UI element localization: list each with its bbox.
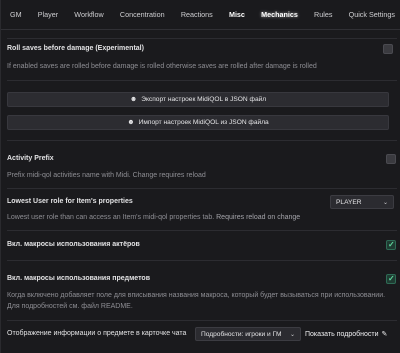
tab-gm[interactable]: GM (10, 10, 22, 19)
check-icon: ✓ (388, 274, 395, 283)
tab-workflow[interactable]: Workflow (74, 10, 103, 19)
export-settings-label: Экспорт настроек MidiQOL в JSON файл (141, 96, 267, 103)
export-settings-button[interactable]: ☻ Экспорт настроек MidiQOL в JSON файл (7, 92, 389, 107)
chat-card-label: Отображение информации о предмете в карт… (7, 330, 187, 337)
chat-card-select[interactable]: Подробности: игроки и ГМ ⌄ (195, 327, 301, 341)
show-details-label: Показать подробности (305, 330, 379, 338)
roll-saves-checkbox[interactable] (383, 44, 393, 54)
lowest-role-hint: Lowest user role than can access an Item… (7, 214, 301, 221)
tab-concentration[interactable]: Concentration (120, 10, 165, 19)
actor-macros-label: Вкл. макросы использования актёров (7, 241, 140, 248)
actor-macros-checkbox[interactable]: ✓ (386, 240, 396, 250)
activity-prefix-label: Activity Prefix (7, 155, 54, 162)
divider (7, 80, 397, 81)
edit-icon: ✎ (381, 331, 388, 338)
tab-rules[interactable]: Rules (314, 10, 332, 19)
activity-prefix-hint: Prefix midi-qol activities name with Mid… (7, 172, 206, 179)
divider (7, 140, 397, 141)
tab-bar: GM Player Workflow Concentration Reactio… (1, 0, 400, 30)
tab-reactions[interactable]: Reactions (181, 10, 213, 19)
tab-misc[interactable]: Misc (229, 10, 245, 19)
item-macros-checkbox[interactable]: ✓ (386, 274, 396, 284)
download-icon: ☻ (129, 96, 138, 103)
settings-panel: GM Player Workflow Concentration Reactio… (0, 0, 400, 353)
check-icon: ✓ (388, 240, 395, 249)
divider (7, 230, 397, 231)
roll-saves-hint: If enabled saves are rolled before damag… (7, 63, 317, 70)
import-settings-button[interactable]: ☻ Импорт настроек MidiQOL из JSON файла (7, 115, 389, 130)
activity-prefix-checkbox[interactable] (386, 154, 396, 164)
import-settings-label: Импорт настроек MidiQOL из JSON файла (138, 119, 269, 126)
item-macros-hint: Когда включено добавляет поле для вписыв… (7, 292, 386, 310)
divider (7, 38, 397, 39)
tab-quick-settings[interactable]: Quick Settings (349, 10, 395, 19)
chat-card-value: Подробности: игроки и ГМ (201, 330, 282, 338)
upload-icon: ☻ (127, 119, 135, 126)
divider (7, 320, 397, 321)
divider (7, 188, 397, 189)
lowest-role-select[interactable]: PLAYER ⌄ (330, 195, 394, 209)
divider (7, 260, 397, 261)
roll-saves-label: Roll saves before damage (Experimental) (7, 45, 144, 52)
lowest-role-value: PLAYER (336, 198, 362, 206)
chevron-down-icon: ⌄ (289, 331, 295, 338)
tab-mechanics[interactable]: Mechanics (261, 10, 298, 19)
lowest-role-label: Lowest User role for Item's properties (7, 198, 133, 205)
item-macros-label: Вкл. макросы использования предметов (7, 275, 150, 282)
tab-player[interactable]: Player (38, 10, 58, 19)
chevron-down-icon: ⌄ (382, 199, 388, 206)
show-details-button[interactable]: Показать подробности ✎ (305, 330, 388, 339)
